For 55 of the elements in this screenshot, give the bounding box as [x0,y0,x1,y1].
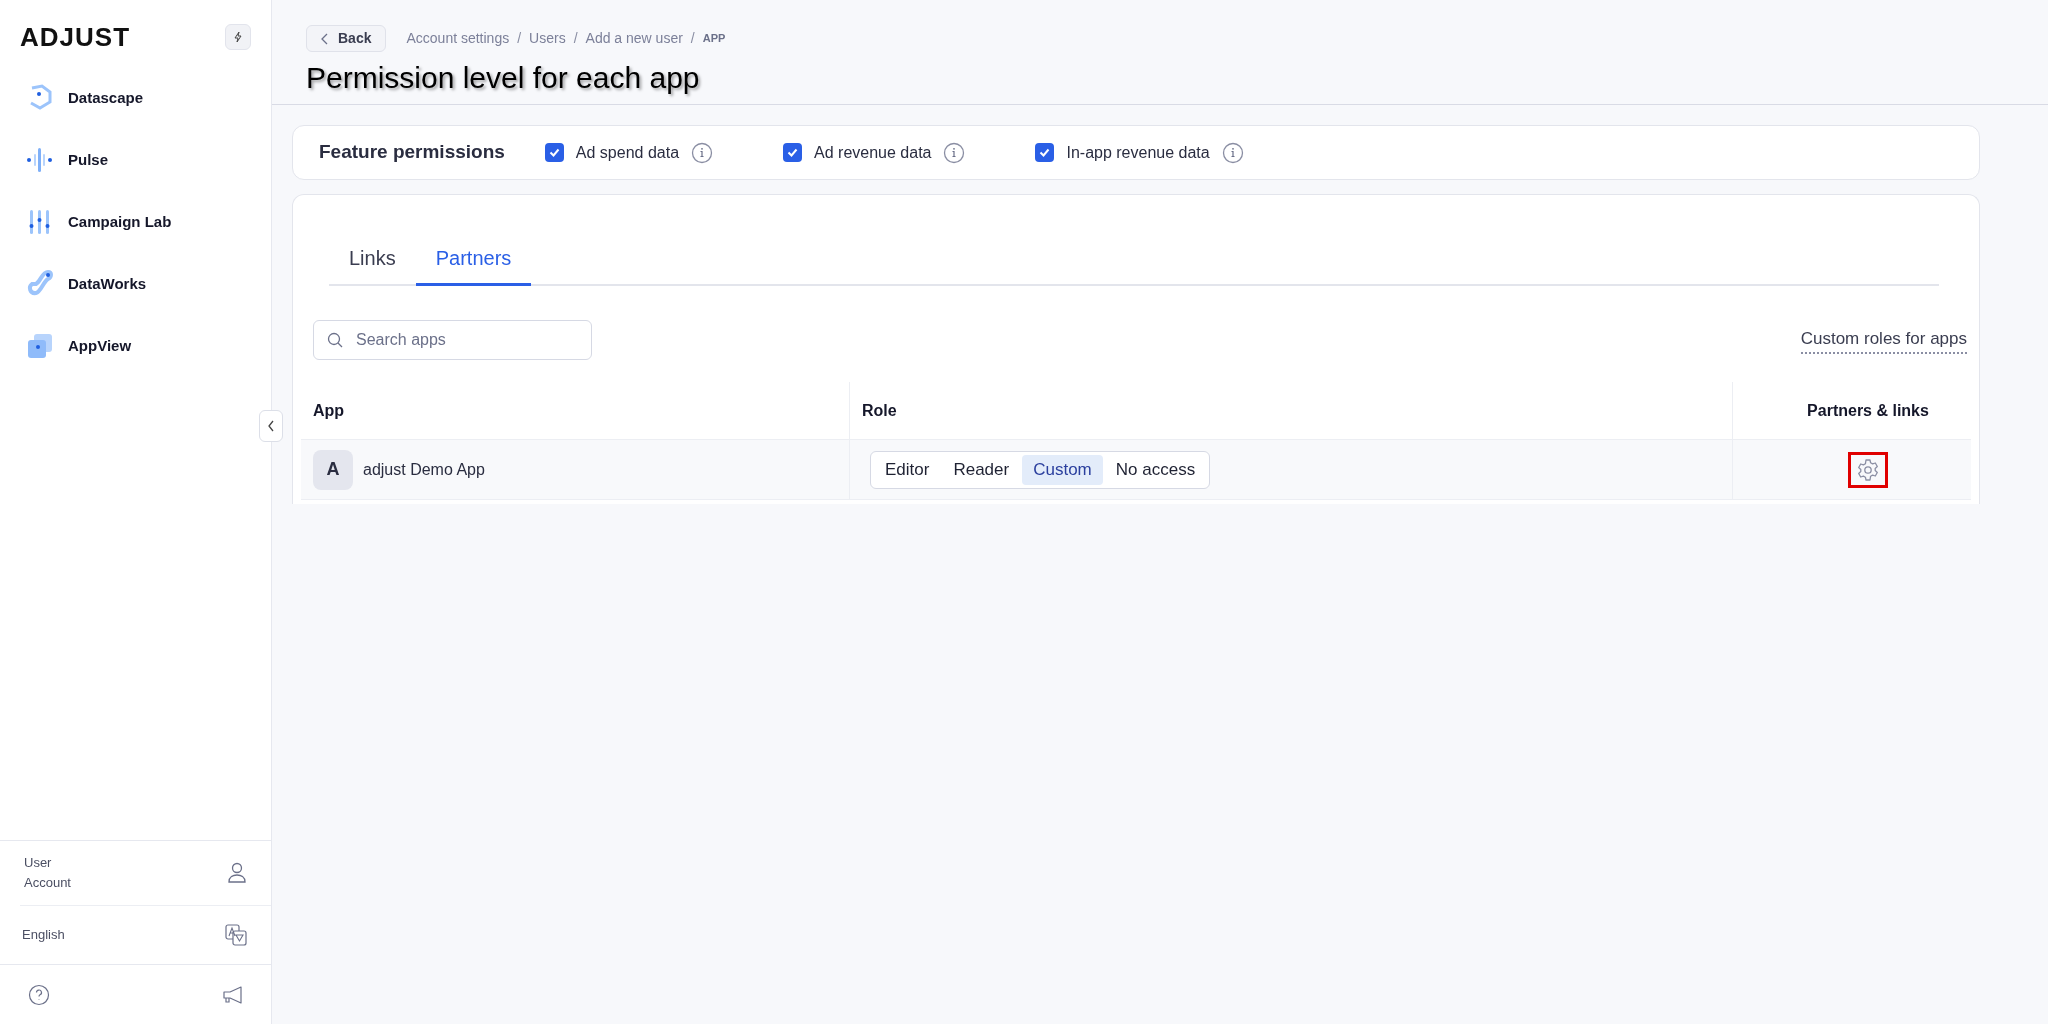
info-icon[interactable] [1221,141,1244,164]
search-field[interactable]: Search apps [313,320,592,360]
column-header: App [312,400,346,421]
nav-item[interactable]: Pulse [26,146,245,174]
page-title: Permission level for each app [306,60,701,96]
flash-button[interactable] [225,24,251,50]
pulse-app-icon [26,146,54,174]
breadcrumb-link[interactable]: Account settings [406,28,510,49]
collapse-sidebar-button[interactable] [259,410,283,442]
role-option[interactable]: Reader [942,454,1021,485]
checkmark-icon [1038,146,1052,159]
chevron-left-icon [321,32,328,45]
checkbox[interactable] [544,143,564,162]
logo: ADJUST [20,20,130,54]
custom-roles-link[interactable]: Custom roles for apps [1800,325,1967,355]
user-account-label[interactable]: User Account [24,853,71,893]
help-icon[interactable] [28,983,50,1006]
chevron-left-icon [267,420,275,432]
checkbox[interactable] [783,143,803,162]
checkmark-icon [786,146,800,159]
breadcrumb-link[interactable]: Users [529,28,566,49]
app-name: adjust Demo App [363,459,485,480]
settings-icon [1856,457,1880,482]
checkbox[interactable] [1035,143,1055,162]
feature-permissions-label: Feature permissions [319,140,505,165]
language-selector[interactable]: English [22,925,65,945]
dataworks-app-icon [26,270,54,298]
breadcrumb-link[interactable]: Add a new user [585,28,683,49]
checkmark-icon [547,146,561,159]
nav-item[interactable]: Campaign Lab [26,208,245,236]
back-button[interactable]: Back [306,25,387,52]
user-icon[interactable] [227,862,247,884]
app-avatar: A [313,449,353,490]
lightning-icon [232,31,244,43]
info-icon[interactable] [691,141,714,164]
breadcrumb-separator: / [517,29,522,48]
settings-button[interactable] [1848,451,1888,488]
checkbox-label: Ad spend data [575,142,680,163]
nav-item[interactable]: Datascape [26,84,245,112]
role-option[interactable]: Editor [874,454,941,485]
breadcrumb-separator: / [573,29,578,48]
checkbox-label: Ad revenue data [814,142,932,163]
nav-item[interactable]: DataWorks [26,270,245,298]
breadcrumb-separator: / [690,29,695,48]
breadcrumb-current: APP [702,31,726,47]
checkbox-label: In-app revenue data [1066,142,1210,163]
search-icon [327,332,343,348]
translate-icon[interactable] [225,924,247,946]
info-icon[interactable] [943,141,966,164]
role-option[interactable]: Custom [1022,454,1103,485]
tab[interactable]: Partners [415,243,532,286]
role-option[interactable]: No access [1104,454,1207,485]
appview-app-icon [26,332,54,360]
nav-item[interactable]: AppView [26,332,245,360]
tab[interactable]: Links [329,243,416,286]
